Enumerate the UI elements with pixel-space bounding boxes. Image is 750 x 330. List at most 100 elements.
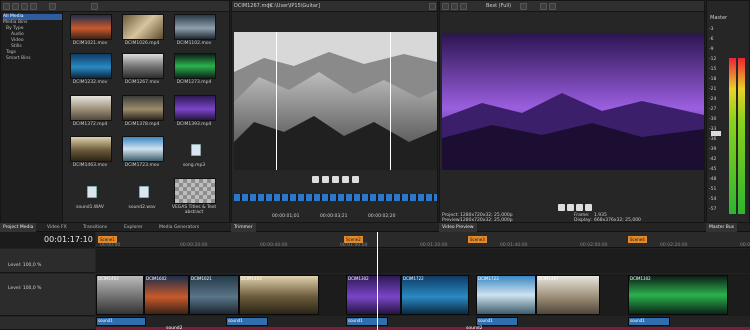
ruler-label: 00:00:00 xyxy=(100,243,121,248)
media-item[interactable]: DCIM1378.mp4 xyxy=(117,95,167,131)
tab-trimmer[interactable]: Trimmer xyxy=(231,223,256,232)
fx-icon[interactable] xyxy=(30,3,37,10)
audio-clip[interactable]: sound1 xyxy=(226,317,268,326)
clip-label: DCIM1463 xyxy=(241,276,262,281)
meter-scale-label: -54 xyxy=(709,197,717,202)
fx-icon[interactable] xyxy=(451,3,458,10)
remove-icon[interactable] xyxy=(21,3,28,10)
video-preview-panel: Best (Full) Project: 1280x720x32; 25,000… xyxy=(439,0,705,223)
tab-project-media[interactable]: Project Media xyxy=(0,223,37,232)
media-item[interactable]: DCIM1372.mp4 xyxy=(65,95,115,131)
tab-transitions[interactable]: Transitions xyxy=(80,223,110,232)
video-clip[interactable]: DCIM1463 xyxy=(96,275,144,315)
stop-button[interactable] xyxy=(576,204,583,211)
media-item[interactable]: DCIM1273.mp4 xyxy=(169,53,219,89)
media-item[interactable]: DCIM1463.mov xyxy=(65,136,115,172)
clip-label: DCIM1302 xyxy=(348,276,369,281)
mountain-image xyxy=(234,32,437,170)
settings-icon[interactable] xyxy=(442,3,449,10)
audio-clip[interactable]: sound1 xyxy=(476,317,518,326)
loop-button[interactable] xyxy=(585,204,592,211)
import-icon[interactable] xyxy=(3,3,10,10)
media-item[interactable]: song.mp3 xyxy=(169,136,219,172)
next-frame-button[interactable] xyxy=(352,176,359,183)
video-clip[interactable]: DCIM1302 xyxy=(346,275,401,315)
close-icon[interactable] xyxy=(429,3,436,10)
video-track-header[interactable]: Level: 100,0 % xyxy=(0,249,95,273)
audio-clip-label: sound1 xyxy=(630,318,645,323)
audio-clip[interactable]: sound1 xyxy=(96,317,146,326)
timeline-ruler[interactable]: Scene1 Scene2 Scene3 Scene4 00:00:00 00:0… xyxy=(96,232,750,248)
copy-snapshot-icon[interactable] xyxy=(540,3,547,10)
trimmer-timeline[interactable] xyxy=(234,194,437,201)
video-clip[interactable]: DCIM1463 xyxy=(239,275,319,315)
audio-clip[interactable]: sound1 xyxy=(346,317,388,326)
audio-clip-label: sound2 xyxy=(166,326,183,330)
media-item[interactable]: DCIM1723.mov xyxy=(117,136,167,172)
media-item-label: DCIM1232.mov xyxy=(72,80,108,85)
play-button[interactable] xyxy=(312,176,319,183)
meter-scale-label: -6 xyxy=(709,37,714,42)
trimmer-time-row: 00:00:01;01 00:00:03;21 00:00:02;20 xyxy=(272,214,432,220)
media-item[interactable]: DCIM1021.mov xyxy=(65,14,115,50)
media-item[interactable]: DCIM1026.mp4 xyxy=(117,14,167,50)
audio-clip-label: sound1 xyxy=(348,318,363,323)
video-thumbnail xyxy=(122,53,164,79)
marker[interactable]: Scene2 xyxy=(344,236,363,243)
pause-button[interactable] xyxy=(567,204,574,211)
media-item[interactable]: sound1.WAV xyxy=(65,178,115,214)
project-media-panel: All Media Media Bins By Type Audio Video… xyxy=(0,0,230,223)
audio-track-header[interactable] xyxy=(0,317,95,330)
marker[interactable]: Scene1 xyxy=(98,236,117,243)
split-screen-icon[interactable] xyxy=(460,3,467,10)
clip-label: DCIM1723 xyxy=(478,276,499,281)
meter-scale-label: -57 xyxy=(709,207,717,212)
trim-out-line[interactable] xyxy=(390,32,391,170)
media-item[interactable]: DCIM1393.mp4 xyxy=(169,95,219,131)
playhead[interactable] xyxy=(377,232,378,330)
video-thumbnail xyxy=(174,53,216,79)
video-clip[interactable]: DCIM1602 xyxy=(144,275,189,315)
preview-quality[interactable]: Best (Full) xyxy=(486,3,511,9)
media-item[interactable]: sound2.wav xyxy=(117,178,167,214)
search-icon[interactable] xyxy=(91,3,98,10)
views-icon[interactable] xyxy=(49,3,56,10)
meter-scale-label: -36 xyxy=(709,137,717,142)
save-snapshot-icon[interactable] xyxy=(549,3,556,10)
marker[interactable]: Scene3 xyxy=(468,236,487,243)
media-item[interactable]: VEGAS Titles & Text abstract xyxy=(169,178,219,215)
tab-media-generators[interactable]: Media Generators xyxy=(156,223,202,232)
media-item[interactable]: DCIM1232.mov xyxy=(65,53,115,89)
overlays-icon[interactable] xyxy=(520,3,527,10)
marker[interactable]: Scene4 xyxy=(628,236,647,243)
video-clip[interactable]: DCIM1467 xyxy=(536,275,600,315)
video-track-header[interactable]: Level: 100,0 % xyxy=(0,274,95,316)
media-item[interactable]: DCIM1267.mov xyxy=(117,53,167,89)
media-item-label: DCIM1021.mov xyxy=(72,41,108,46)
play-button[interactable] xyxy=(558,204,565,211)
tab-video-preview[interactable]: Video Preview xyxy=(439,223,477,232)
video-clip[interactable]: DCIM1302 xyxy=(628,275,728,315)
master-fader[interactable] xyxy=(711,131,721,136)
tab-master-bus[interactable]: Master Bus xyxy=(706,223,738,232)
video-clip[interactable]: DCIM1723 xyxy=(476,275,536,315)
pause-button[interactable] xyxy=(322,176,329,183)
video-clip[interactable]: DCIM1021 xyxy=(189,275,239,315)
track-lane xyxy=(96,249,750,273)
prev-frame-button[interactable] xyxy=(342,176,349,183)
trim-in-line[interactable] xyxy=(276,32,277,170)
master-bus-panel: Master -3 -6 -9 -12 -15 -18 -21 -24 -27 -30 -33 -36… xyxy=(706,0,750,223)
tree-item[interactable]: Smart Bins xyxy=(3,56,62,62)
ruler-label: 00:02:00:00 xyxy=(580,243,608,248)
capture-icon[interactable] xyxy=(12,3,19,10)
tab-explorer[interactable]: Explorer xyxy=(121,223,146,232)
tab-video-fx[interactable]: Video FX xyxy=(44,223,70,232)
video-clip[interactable]: DCIM1722 xyxy=(401,275,469,315)
media-item-label: DCIM1463.mov xyxy=(72,163,108,168)
video-thumbnail xyxy=(70,53,112,79)
stop-button[interactable] xyxy=(332,176,339,183)
media-item[interactable]: DCIM1102.mov xyxy=(169,14,219,50)
ruler-label: 00:01:00:00 xyxy=(340,243,368,248)
meter-scale-label: -51 xyxy=(709,187,717,192)
audio-clip[interactable]: sound1 xyxy=(628,317,670,326)
